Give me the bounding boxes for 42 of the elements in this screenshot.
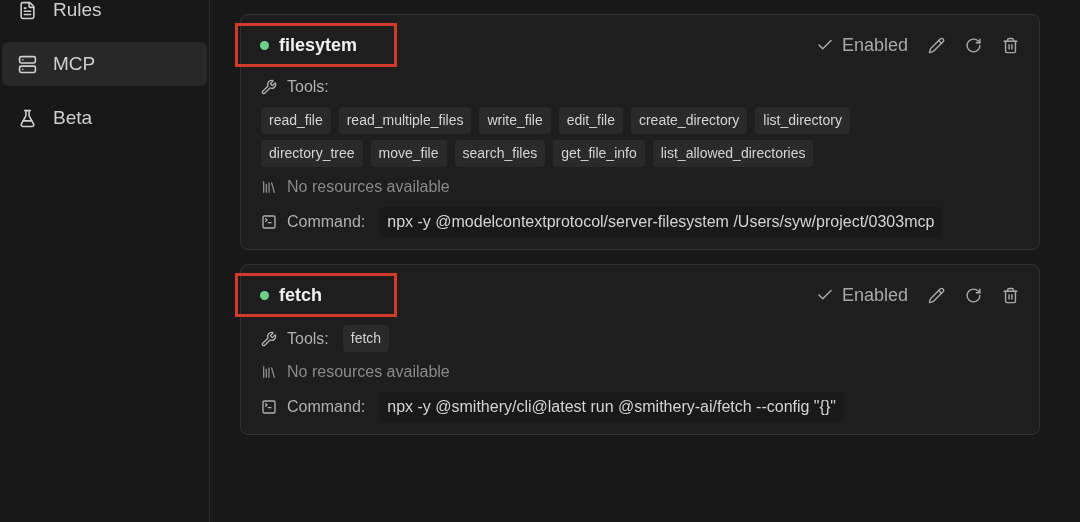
library-icon	[261, 364, 277, 380]
trash-icon[interactable]	[1002, 286, 1019, 304]
server-name: fetch	[279, 283, 322, 307]
tool-tag: read_multiple_files	[338, 107, 472, 134]
tool-tag: read_file	[261, 107, 331, 134]
sidebar-item[interactable]: Beta	[2, 96, 207, 140]
sidebar-item[interactable]: Rules	[2, 0, 207, 32]
tools-label: Tools:	[287, 77, 329, 97]
edit-icon[interactable]	[928, 286, 945, 304]
terminal-icon	[261, 399, 277, 415]
sidebar-item[interactable]: MCP	[2, 42, 207, 86]
tool-tag: search_files	[454, 140, 546, 167]
refresh-icon[interactable]	[965, 286, 982, 304]
tools-icon	[261, 79, 277, 95]
command-label: Command:	[287, 212, 366, 232]
tool-tag: fetch	[342, 325, 390, 352]
server-icon	[18, 54, 37, 74]
enabled-toggle[interactable]: Enabled	[815, 281, 908, 309]
tool-tag: write_file	[479, 107, 551, 134]
resources-text: No resources available	[287, 177, 450, 197]
library-icon	[261, 179, 277, 195]
tool-tag: list_directory	[755, 107, 850, 134]
tool-tag: list_allowed_directories	[652, 140, 814, 167]
server-name: filesytem	[279, 33, 358, 57]
command-label: Command:	[287, 397, 366, 417]
refresh-icon[interactable]	[965, 36, 982, 54]
tools-label: Tools:	[287, 328, 329, 349]
flask-icon	[18, 108, 37, 128]
command-text: npx -y @modelcontextprotocol/server-filesystem /Users/syw/project/0303mcp	[379, 207, 943, 237]
tool-tag: move_file	[370, 140, 447, 167]
tool-tag: create_directory	[630, 107, 748, 134]
tools-icon	[261, 330, 277, 347]
tool-tag: get_file_info	[553, 140, 645, 167]
enabled-toggle[interactable]: Enabled	[815, 31, 908, 59]
resources-text: No resources available	[287, 362, 450, 382]
terminal-icon	[261, 214, 277, 230]
edit-icon[interactable]	[928, 36, 945, 54]
file-icon	[18, 0, 37, 20]
tool-tag: directory_tree	[261, 140, 363, 167]
tool-tag: edit_file	[558, 107, 623, 134]
trash-icon[interactable]	[1002, 36, 1019, 54]
command-text: npx -y @smithery/cli@latest run @smithery-ai/fetch --config "{}"	[379, 392, 844, 422]
